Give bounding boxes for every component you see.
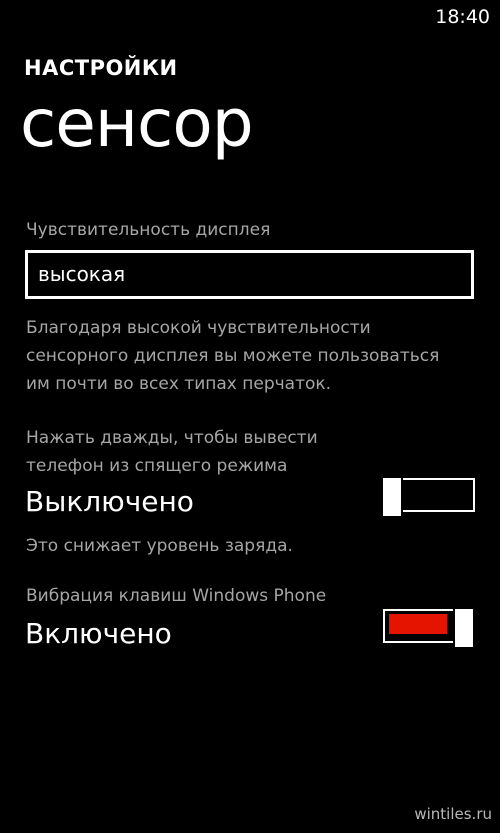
sensitivity-description-line: сенсорного дисплея вы можете пользоватьс… (26, 346, 440, 366)
vibration-toggle-switch[interactable] (383, 607, 475, 649)
watermark-text: wintiles.ru (414, 805, 492, 823)
sensitivity-dropdown[interactable]: высокая (25, 250, 474, 299)
double-tap-state: Выключено (25, 485, 194, 518)
status-time: 18:40 (435, 6, 490, 28)
double-tap-note: Это снижает уровень заряда. (26, 536, 293, 556)
toggle-thumb[interactable] (381, 476, 403, 518)
sensitivity-description: Благодаря высокой чувствительности сенсо… (26, 314, 466, 398)
app-title: НАСТРОЙКИ (24, 56, 178, 80)
sensitivity-description-line: им почти во всех типах перчаток. (26, 374, 332, 394)
double-tap-toggle-switch[interactable] (381, 476, 475, 518)
double-tap-label-line: телефон из спящего режима (26, 456, 288, 476)
toggle-fill (389, 614, 447, 634)
sensitivity-selected-value: высокая (38, 262, 126, 286)
sensitivity-description-line: Благодаря высокой чувствительности (26, 318, 371, 338)
toggle-thumb[interactable] (453, 607, 475, 649)
sensitivity-label: Чувствительность дисплея (26, 220, 271, 240)
double-tap-label: Нажать дважды, чтобы вывести телефон из … (26, 424, 318, 480)
vibration-state: Включено (25, 617, 172, 650)
double-tap-label-line: Нажать дважды, чтобы вывести (26, 428, 318, 448)
page-title: сенсор (20, 85, 254, 162)
vibration-label: Вибрация клавиш Windows Phone (26, 586, 327, 606)
